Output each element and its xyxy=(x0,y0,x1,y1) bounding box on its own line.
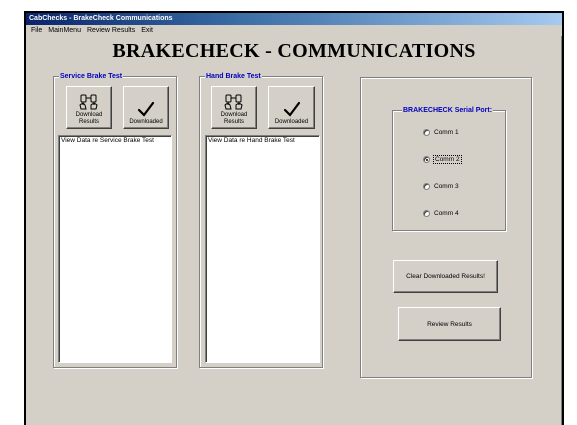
page-title: BRAKECHECK - COMMUNICATIONS xyxy=(112,40,476,62)
serial-port-label: BRAKECHECK Serial Port: xyxy=(402,106,494,115)
hand-download-icon xyxy=(224,94,243,110)
service-brake-panel: Service Brake Test Download Results Down… xyxy=(53,72,177,368)
menu-review-results[interactable]: Review Results xyxy=(84,25,138,36)
list-item[interactable]: View Data re Service Brake Test xyxy=(61,137,169,145)
menu-bar: File MainMenu Review Results Exit xyxy=(26,25,562,36)
service-brake-listbox[interactable]: View Data re Service Brake Test xyxy=(58,135,172,363)
service-download-results-label: Download Results xyxy=(75,112,103,125)
review-results-button[interactable]: Review Results xyxy=(398,307,501,341)
comm-settings-panel: BRAKECHECK Serial Port: Comm 1 Comm 2 Co… xyxy=(360,77,532,378)
radio-label: Comm 4 xyxy=(434,210,459,217)
clear-downloaded-results-button[interactable]: Clear Downloaded Results! xyxy=(393,260,498,293)
radio-button[interactable] xyxy=(423,129,430,136)
radio-comm-2[interactable]: Comm 2 xyxy=(423,155,462,164)
menu-mainmenu[interactable]: MainMenu xyxy=(45,25,84,36)
hand-download-results-label: Download Results xyxy=(220,112,248,125)
hand-downloaded-button[interactable]: Downloaded xyxy=(268,86,315,129)
menu-exit[interactable]: Exit xyxy=(138,25,156,36)
radio-label: Comm 2 xyxy=(433,155,462,164)
hand-brake-panel: Hand Brake Test Download Results Downloa… xyxy=(199,72,323,368)
radio-label: Comm 3 xyxy=(434,183,459,190)
radio-label: Comm 1 xyxy=(434,129,459,136)
list-item[interactable]: View Data re Hand Brake Test xyxy=(208,137,317,145)
hand-download-icon xyxy=(79,94,98,110)
hand-brake-label: Hand Brake Test xyxy=(205,72,262,81)
checkmark-icon xyxy=(283,101,300,117)
radio-button[interactable] xyxy=(423,183,430,190)
radio-comm-3[interactable]: Comm 3 xyxy=(423,183,459,190)
hand-download-results-button[interactable]: Download Results xyxy=(211,86,257,129)
radio-comm-4[interactable]: Comm 4 xyxy=(423,210,459,217)
window-title: CabChecks - BrakeCheck Communications xyxy=(26,13,562,25)
radio-button-selected[interactable] xyxy=(423,156,430,163)
radio-comm-1[interactable]: Comm 1 xyxy=(423,129,459,136)
serial-port-group: BRAKECHECK Serial Port: Comm 1 Comm 2 Co… xyxy=(392,106,506,231)
service-brake-label: Service Brake Test xyxy=(59,72,124,81)
checkmark-icon xyxy=(137,101,155,117)
service-download-results-button[interactable]: Download Results xyxy=(66,86,112,129)
radio-button[interactable] xyxy=(423,210,430,217)
hand-brake-listbox[interactable]: View Data re Hand Brake Test xyxy=(205,135,320,363)
hand-downloaded-label: Downloaded xyxy=(274,119,309,125)
app-window: CabChecks - BrakeCheck Communications Fi… xyxy=(26,13,562,425)
menu-file[interactable]: File xyxy=(28,25,45,36)
service-downloaded-label: Downloaded xyxy=(129,119,163,125)
service-downloaded-button[interactable]: Downloaded xyxy=(123,86,169,129)
